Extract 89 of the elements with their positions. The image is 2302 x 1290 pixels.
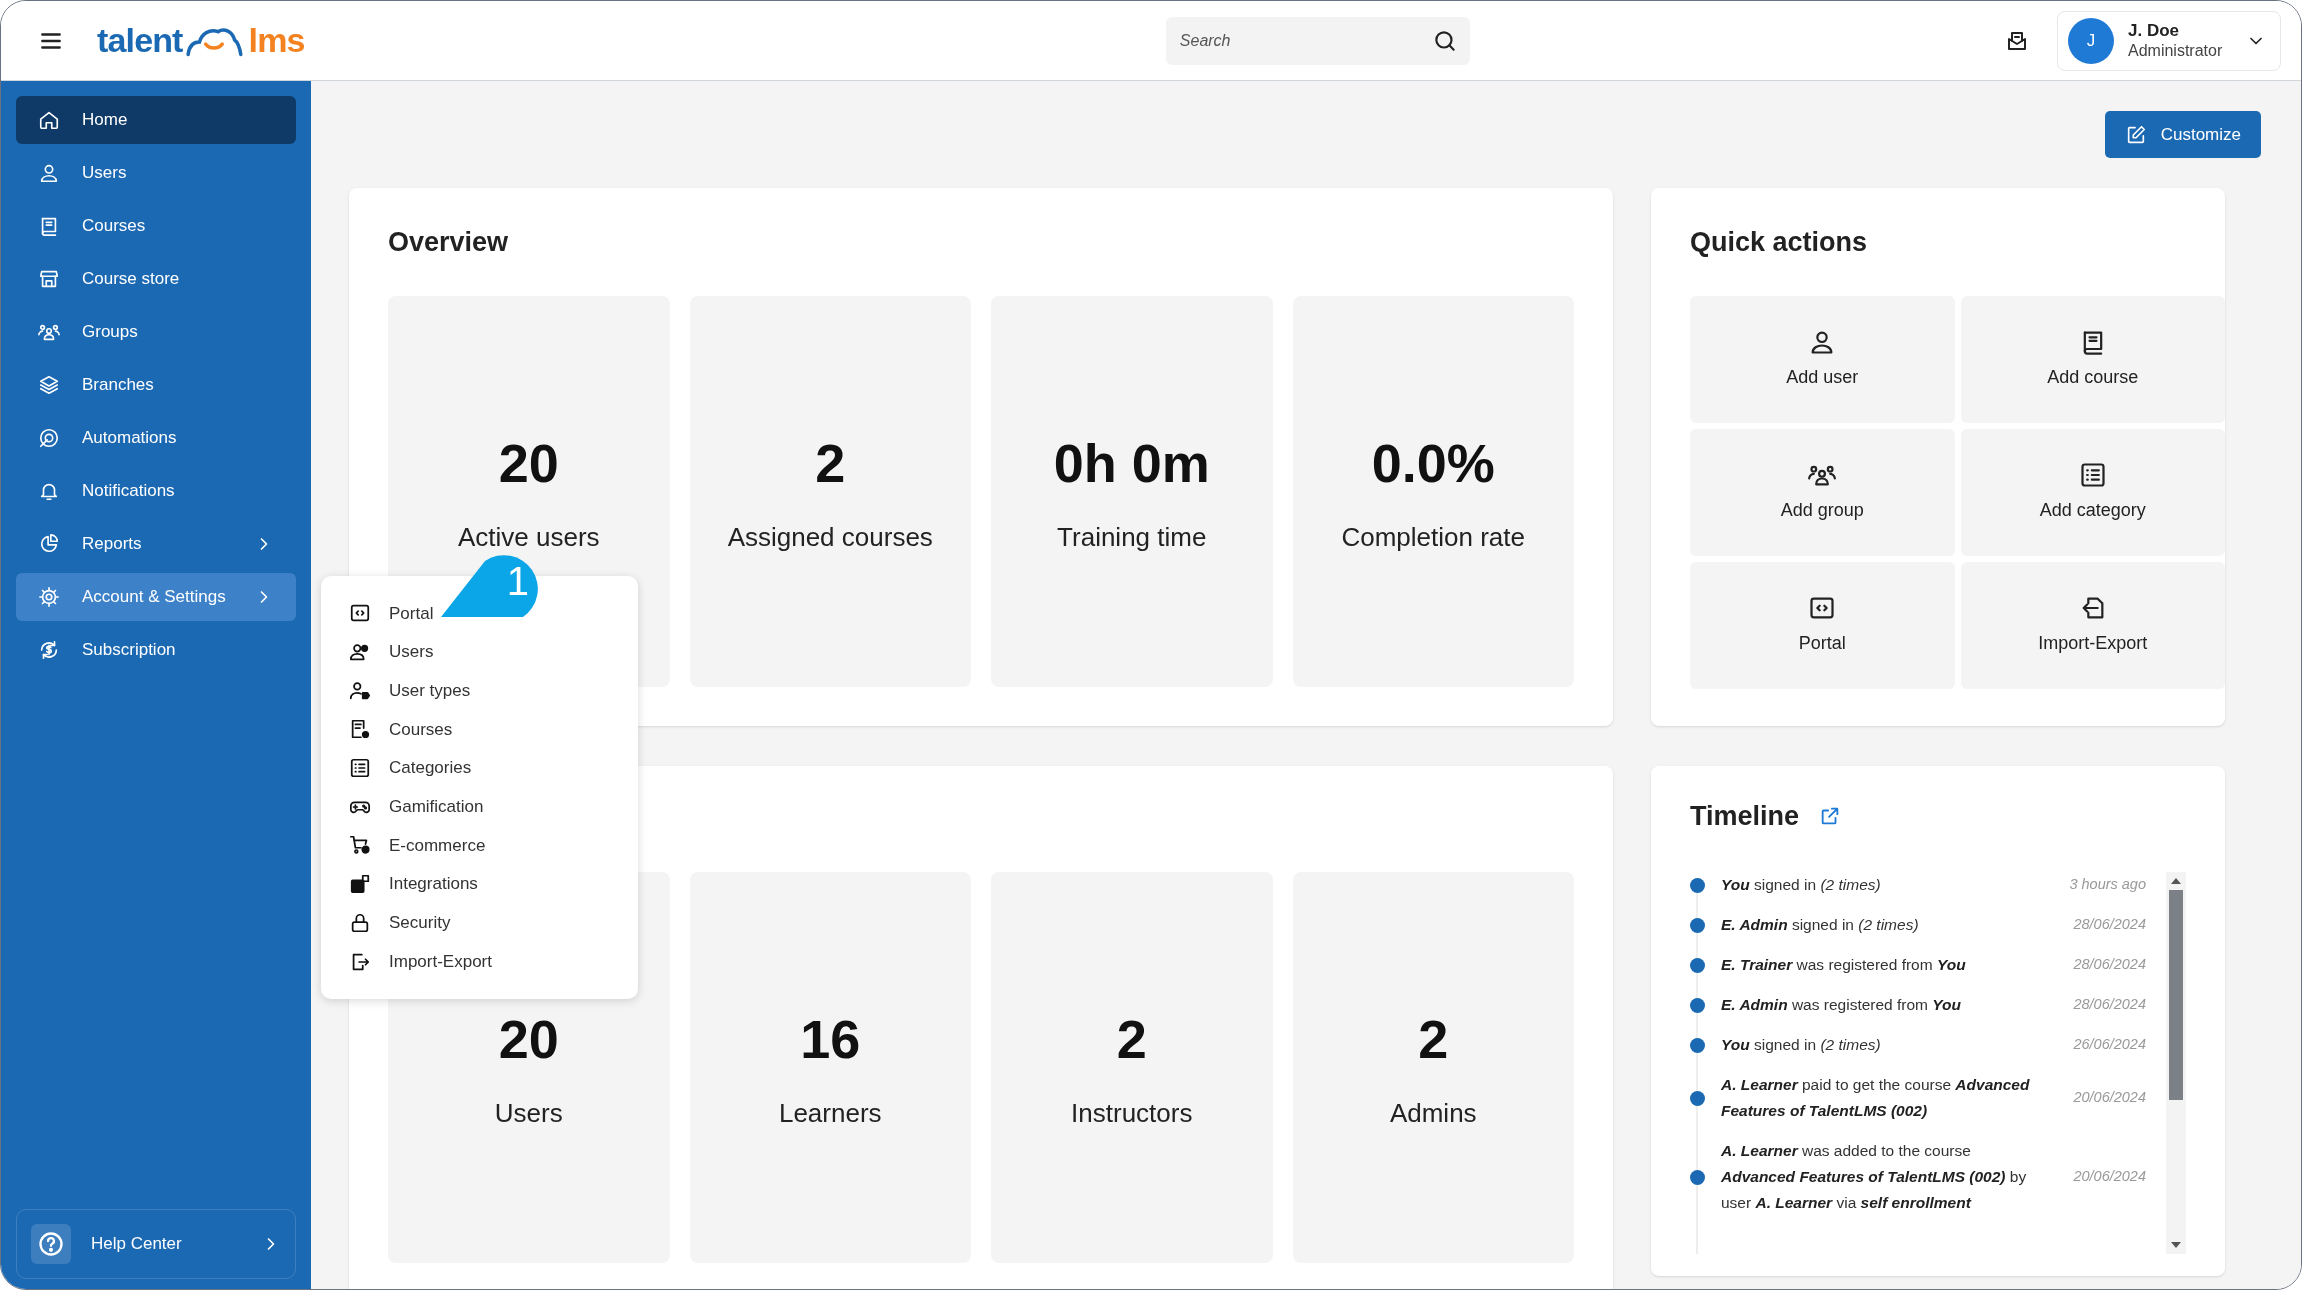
- home-icon: [38, 109, 60, 131]
- gear-icon: [38, 586, 60, 608]
- menu-item[interactable]: User types: [337, 671, 622, 711]
- store-icon: [38, 268, 60, 290]
- stat-label: Admins: [1389, 1097, 1477, 1130]
- dollar-cycle-icon: [38, 639, 60, 661]
- list-icon: [349, 757, 371, 780]
- timeline-entry: A. Learner was added to the course Advanced Features of TalentLMS (002) by user A. Learner via self enrollment: [1721, 1141, 2028, 1213]
- timeline-date: 28/06/2024: [2072, 995, 2146, 1015]
- user-menu[interactable]: J J. Doe Administrator: [2057, 10, 2281, 71]
- target-icon: [38, 427, 60, 449]
- menu-item[interactable]: Integrations: [337, 864, 622, 904]
- timeline-date: 3 hours ago: [2068, 875, 2146, 895]
- user-tag-icon: [349, 679, 371, 702]
- stat-value: 2: [1116, 1012, 1147, 1066]
- timeline-date: 28/06/2024: [2072, 955, 2146, 975]
- timeline-entry: E. Trainer was registered from You: [1721, 955, 1967, 975]
- sidebar-item[interactable]: Home: [16, 96, 296, 144]
- timeline-entry: You signed in (2 times): [1721, 1035, 1882, 1055]
- logo-text: lms: [248, 20, 305, 61]
- sidebar-item[interactable]: Notifications: [16, 467, 296, 515]
- menu-item[interactable]: Courses: [337, 710, 622, 749]
- timeline-date: 26/06/2024: [2072, 1035, 2146, 1055]
- user-avatar: J: [2068, 17, 2114, 64]
- list-icon: [2078, 461, 2107, 489]
- sidebar-item[interactable]: Account & Settings: [16, 573, 296, 621]
- sidebar-item[interactable]: Reports: [16, 520, 296, 568]
- stat-value: 0h 0m: [1053, 436, 1210, 490]
- quick-action-button[interactable]: Add user: [1690, 296, 1955, 423]
- sidebar-item[interactable]: Subscription: [16, 626, 296, 674]
- blocks-icon: [349, 873, 371, 896]
- timeline-entry: E. Admin was registered from You: [1721, 995, 1963, 1015]
- card-title: Quick actions: [1690, 226, 1869, 259]
- user-icon: [38, 162, 60, 184]
- quick-action-button[interactable]: Portal: [1690, 562, 1955, 689]
- menu-item[interactable]: Gamification: [337, 787, 622, 827]
- pie-chart-icon: [38, 533, 60, 555]
- stat-value: 0.0%: [1371, 436, 1495, 490]
- menu-item[interactable]: Categories: [337, 748, 622, 788]
- quick-action-button[interactable]: Import-Export: [1960, 562, 2225, 689]
- cart-icon: [349, 834, 371, 857]
- quick-action-button[interactable]: Add group: [1690, 429, 1955, 556]
- layers-icon: [38, 374, 60, 396]
- sidebar-item[interactable]: Groups: [16, 308, 296, 356]
- scrollbar[interactable]: [2166, 872, 2186, 1254]
- quick-action-button[interactable]: Add category: [1960, 429, 2225, 556]
- user-role: Administrator: [2128, 41, 2224, 62]
- stat-label: Users: [494, 1097, 563, 1130]
- stat-label: Learners: [778, 1097, 882, 1130]
- menu-item[interactable]: E-commerce: [337, 826, 622, 865]
- scroll-down-icon[interactable]: [2171, 1242, 2181, 1248]
- menu-item[interactable]: Security: [337, 903, 622, 943]
- timeline-date: 28/06/2024: [2072, 915, 2146, 935]
- card-title: Timeline: [1690, 799, 1800, 833]
- stat-value: 20: [498, 436, 559, 490]
- timeline-entry: A. Learner paid to get the course Advanced Features of TalentLMS (002): [1721, 1075, 2030, 1121]
- book-gear-icon: [349, 718, 371, 741]
- menu-item[interactable]: Users: [337, 632, 622, 672]
- card-title: Overview: [388, 226, 510, 259]
- quick-action-button[interactable]: Add course: [1960, 296, 2225, 423]
- stat-value: 2: [1418, 1012, 1449, 1066]
- stat-label: Assigned courses: [727, 521, 933, 554]
- sidebar-item[interactable]: Courses: [16, 202, 296, 250]
- timeline-entry: E. Admin signed in (2 times): [1721, 915, 1920, 935]
- help-center-button[interactable]: Help Center: [16, 1209, 296, 1279]
- scroll-up-icon[interactable]: [2171, 878, 2181, 884]
- stat-label: Training time: [1057, 521, 1207, 554]
- timeline-date: 20/06/2024: [2072, 1167, 2146, 1187]
- timeline-entry: You signed in (2 times): [1721, 875, 1882, 895]
- sidebar-item[interactable]: Users: [16, 149, 296, 197]
- customize-button[interactable]: Customize: [2104, 111, 2261, 158]
- stat-value: 16: [800, 1012, 861, 1066]
- sidebar-item[interactable]: Branches: [16, 361, 296, 409]
- stat-label: Completion rate: [1341, 521, 1525, 554]
- search-field[interactable]: Search: [1165, 16, 1470, 65]
- search-input[interactable]: Search: [1179, 28, 1432, 53]
- stat-value: 20: [498, 1012, 559, 1066]
- help-icon: [37, 1230, 65, 1258]
- menu-item[interactable]: Portal: [337, 594, 622, 633]
- stat-label: Active users: [457, 521, 600, 554]
- user-name: J. Doe: [2128, 19, 2181, 42]
- timeline-date: 20/06/2024: [2072, 1088, 2146, 1108]
- stat-label: Instructors: [1071, 1097, 1193, 1130]
- lock-icon: [349, 911, 371, 934]
- menu-item[interactable]: Import-Export: [337, 942, 622, 981]
- stat-value: 2: [815, 436, 846, 490]
- sidebar-item[interactable]: Course store: [16, 255, 296, 303]
- logo-text: talent: [97, 20, 183, 61]
- sidebar-item[interactable]: Automations: [16, 414, 296, 462]
